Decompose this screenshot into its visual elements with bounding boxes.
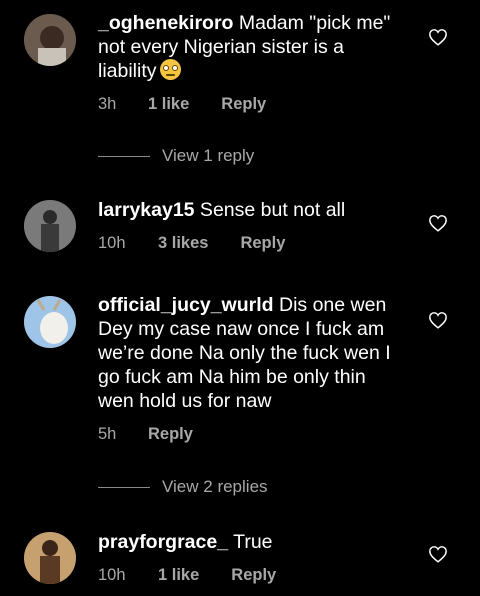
reply-button[interactable]: Reply [148, 425, 193, 444]
comment-username[interactable]: prayforgrace_ [98, 531, 228, 553]
comment-text: _oghenekiroro Madam "pick me" not every … [98, 11, 398, 83]
comment-likes[interactable]: 3 likes [158, 234, 208, 253]
comment-username[interactable]: larrykay15 [98, 199, 195, 221]
avatar[interactable] [24, 200, 76, 252]
comment-time: 3h [98, 95, 117, 113]
view-replies-label: View 1 reply [162, 146, 255, 165]
heart-outline-icon[interactable] [428, 28, 448, 46]
comment-time: 10h [98, 234, 126, 252]
divider-line [98, 486, 150, 488]
comment-likes[interactable]: 1 like [148, 95, 189, 114]
comment-text: prayforgrace_ True [98, 530, 398, 554]
view-replies-label: View 2 replies [162, 477, 268, 496]
face-with-rolling-eyes-icon [159, 59, 181, 80]
comment-username[interactable]: _oghenekiroro [98, 12, 233, 34]
comment-text: official_jucy_wurld Dis one wen Dey my c… [98, 293, 398, 413]
avatar[interactable] [24, 532, 76, 584]
comment-body: Sense but not all [194, 199, 346, 221]
heart-outline-icon[interactable] [428, 311, 448, 329]
comment-text: larrykay15 Sense but not all [98, 198, 398, 222]
view-replies-button[interactable]: View 1 reply [98, 144, 254, 168]
heart-outline-icon[interactable] [428, 214, 448, 232]
comment-meta: 5h Reply [98, 425, 398, 444]
comment-time: 5h [98, 425, 117, 443]
comment-likes[interactable]: 1 like [158, 566, 199, 585]
divider-line [98, 155, 150, 157]
avatar[interactable] [24, 14, 76, 66]
comment-body: True [228, 531, 273, 553]
reply-button[interactable]: Reply [231, 566, 276, 585]
avatar[interactable] [24, 296, 76, 348]
comment-time: 10h [98, 566, 126, 584]
comment-meta: 10h 3 likes Reply [98, 234, 398, 253]
view-replies-button[interactable]: View 2 replies [98, 475, 268, 499]
comment-meta: 10h 1 like Reply [98, 566, 398, 585]
reply-button[interactable]: Reply [221, 95, 266, 114]
reply-button[interactable]: Reply [240, 234, 285, 253]
comment-username[interactable]: official_jucy_wurld [98, 294, 274, 316]
heart-outline-icon[interactable] [428, 545, 448, 563]
comment-meta: 3h 1 like Reply [98, 95, 398, 114]
